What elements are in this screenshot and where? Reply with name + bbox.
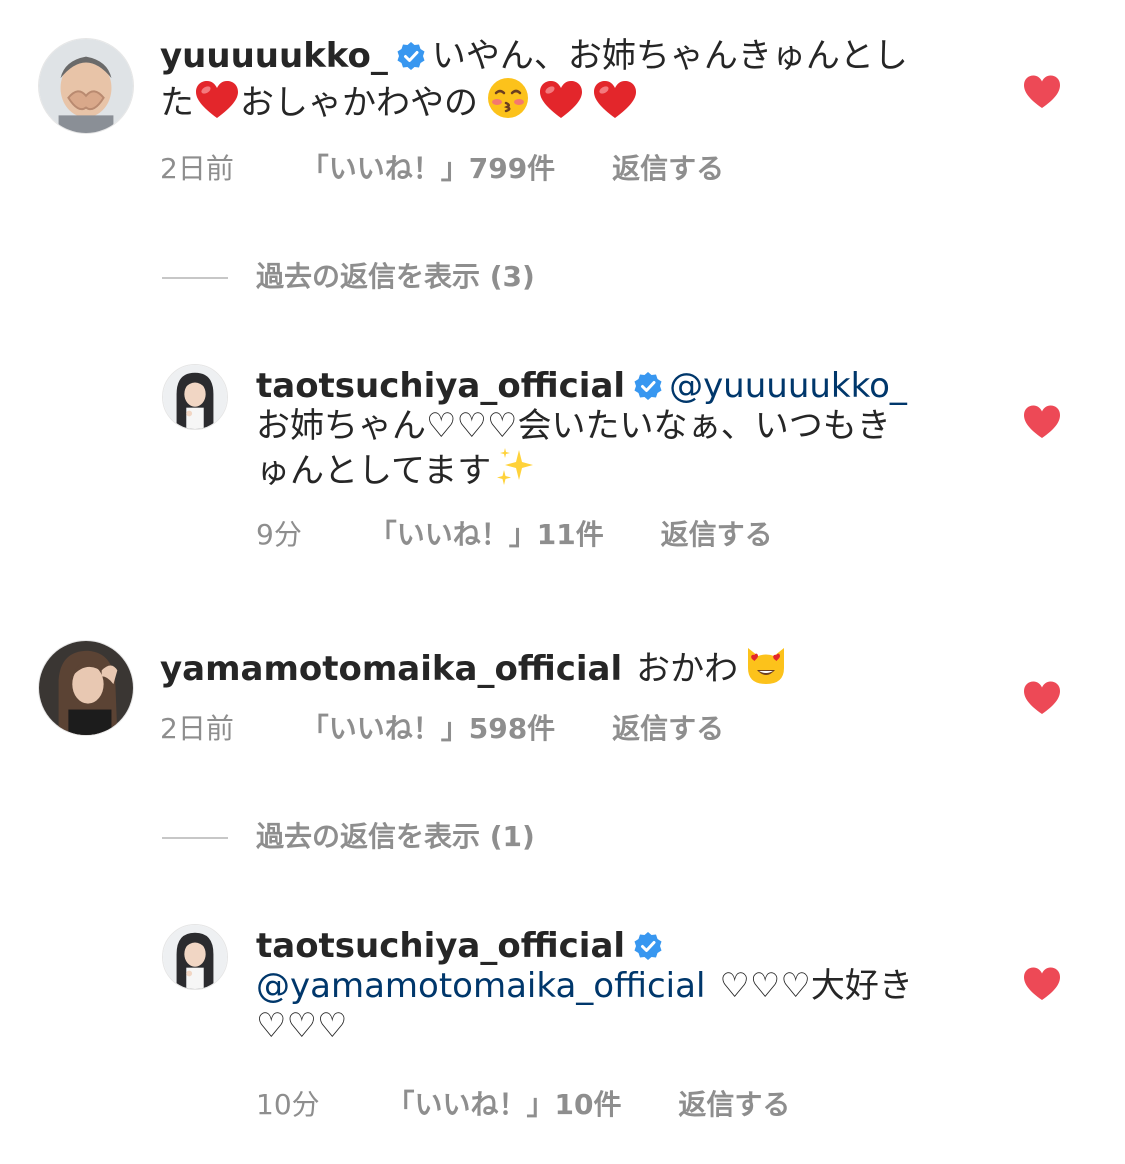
like-button[interactable]	[1022, 680, 1062, 716]
view-previous-replies-button[interactable]: 過去の返信を表示 (1)	[162, 820, 535, 854]
comment-text: おしゃかわやの	[240, 83, 478, 123]
heart-icon	[1024, 681, 1060, 714]
comment-body: yuuuuukko_ いやん、お姉ちゃんきゅんとし た おしゃかわやの	[160, 36, 960, 123]
comment-text: おかわ	[636, 649, 739, 689]
verified-badge-icon	[633, 931, 663, 961]
sparkles-emoji	[495, 446, 535, 488]
verified-badge-icon	[396, 41, 426, 71]
comment-thread: yuuuuukko_ いやん、お姉ちゃんきゅんとし た おしゃかわやの 2日前 「い…	[0, 0, 1125, 1164]
view-previous-replies-button[interactable]: 過去の返信を表示 (3)	[162, 260, 535, 294]
timestamp: 9分	[256, 518, 302, 551]
like-button[interactable]	[1022, 74, 1062, 110]
comment-meta: 2日前 「いいね！」598件 返信する	[160, 712, 724, 746]
mention-link[interactable]: @yuuuuukko_	[669, 366, 907, 406]
comment-body: taotsuchiya_official @yamamotomaika_offi…	[256, 926, 976, 1046]
verified-badge-icon	[633, 371, 663, 401]
heart-icon	[1024, 405, 1060, 438]
timestamp: 2日前	[160, 152, 234, 185]
comment-text: お姉ちゃん♡♡♡会いたいなぁ、いつもき	[256, 406, 891, 446]
like-count[interactable]: 「いいね！」11件	[369, 518, 604, 552]
heart-eyes-cat-emoji	[744, 644, 788, 686]
avatar[interactable]	[38, 38, 134, 134]
heart-icon	[1024, 967, 1060, 1000]
view-replies-label: 過去の返信を表示 (1)	[256, 820, 535, 853]
username[interactable]: yuuuuukko_	[160, 36, 388, 76]
kissing-face-emoji	[486, 76, 530, 120]
username[interactable]: taotsuchiya_official	[256, 926, 625, 966]
avatar-image	[39, 39, 133, 133]
comment-body: yamamotomaika_official おかわ	[160, 644, 960, 689]
avatar-image	[163, 925, 227, 989]
comment-text: ♡♡♡	[256, 1006, 348, 1046]
reply-button[interactable]: 返信する	[661, 518, 773, 552]
avatar-image	[39, 641, 133, 735]
like-count[interactable]: 「いいね！」598件	[301, 712, 555, 746]
comment-text: いやん、お姉ちゃんきゅんとし	[431, 36, 908, 76]
like-button[interactable]	[1022, 404, 1062, 440]
avatar[interactable]	[38, 640, 134, 736]
comment-text: ゅんとしてます	[256, 451, 492, 491]
like-count[interactable]: 「いいね！」799件	[301, 152, 555, 186]
timestamp: 10分	[256, 1088, 320, 1121]
like-count[interactable]: 「いいね！」10件	[387, 1088, 622, 1122]
red-heart-emoji	[538, 80, 584, 120]
avatar-image	[163, 365, 227, 429]
comment-meta: 9分 「いいね！」11件 返信する	[256, 518, 773, 552]
comment-text: た	[160, 83, 194, 123]
avatar[interactable]	[162, 924, 228, 990]
username[interactable]: yamamotomaika_official	[160, 649, 622, 689]
timestamp: 2日前	[160, 712, 234, 745]
divider-line	[162, 277, 228, 279]
red-heart-emoji	[194, 80, 240, 120]
red-heart-emoji	[592, 80, 638, 120]
username[interactable]: taotsuchiya_official	[256, 366, 625, 406]
view-replies-label: 過去の返信を表示 (3)	[256, 260, 535, 293]
heart-icon	[1024, 75, 1060, 108]
reply-button[interactable]: 返信する	[678, 1088, 790, 1122]
like-button[interactable]	[1022, 966, 1062, 1002]
comment-body: taotsuchiya_official @yuuuuukko_ お姉ちゃん♡♡♡…	[256, 366, 976, 491]
avatar[interactable]	[162, 364, 228, 430]
comment-meta: 2日前 「いいね！」799件 返信する	[160, 152, 724, 186]
reply-button[interactable]: 返信する	[612, 152, 724, 186]
reply-button[interactable]: 返信する	[612, 712, 724, 746]
divider-line	[162, 837, 228, 839]
comment-text: ♡♡♡大好き	[719, 966, 913, 1006]
mention-link[interactable]: @yamamotomaika_official	[256, 966, 705, 1006]
comment-meta: 10分 「いいね！」10件 返信する	[256, 1088, 790, 1122]
